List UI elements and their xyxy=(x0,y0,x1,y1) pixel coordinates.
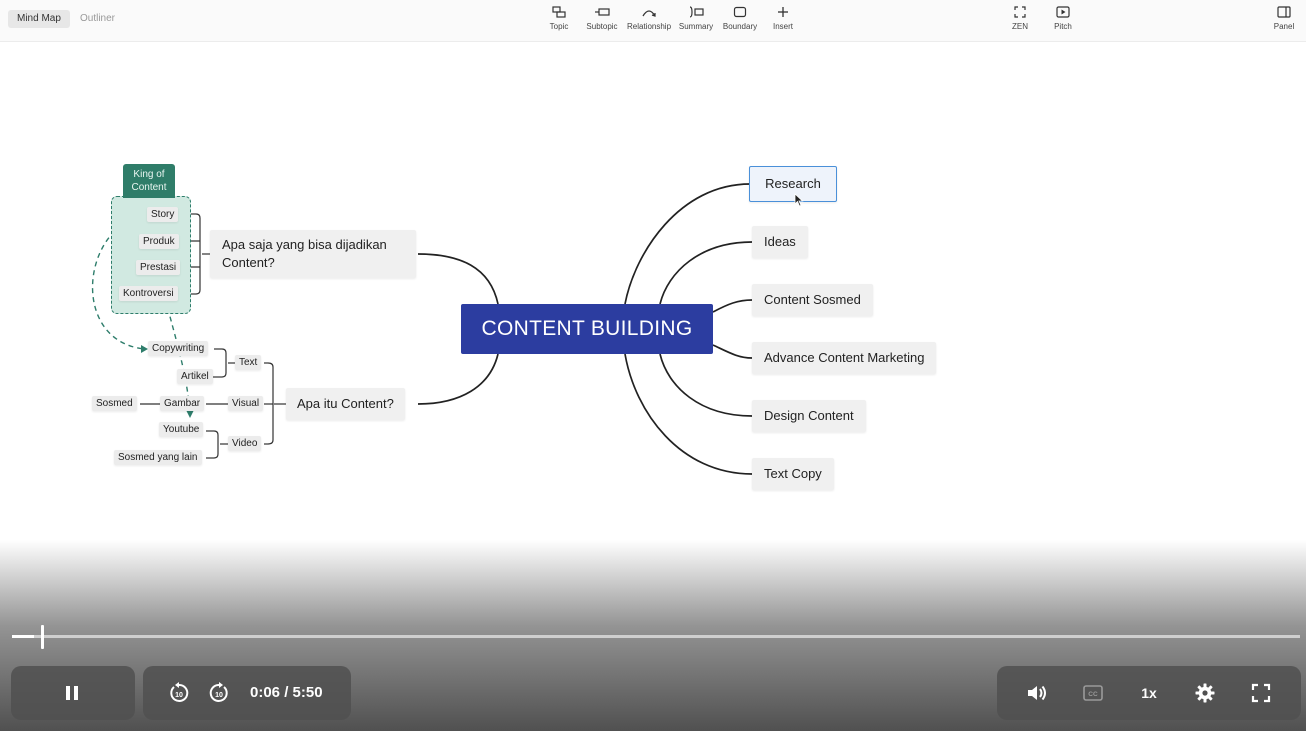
topic-text-copy[interactable]: Text Copy xyxy=(752,458,834,490)
rewind-10-icon: 10 xyxy=(170,682,189,702)
summary-icon xyxy=(689,6,704,18)
panel-label: Panel xyxy=(1273,22,1295,31)
topic-apa-itu-content[interactable]: Apa itu Content? xyxy=(286,388,405,420)
mouse-cursor-icon xyxy=(794,193,804,207)
king-label-line1: King of xyxy=(133,169,165,180)
central-topic[interactable]: CONTENT BUILDING xyxy=(461,304,713,354)
topic-advance-content-marketing[interactable]: Advance Content Marketing xyxy=(752,342,937,374)
tab-outliner[interactable]: Outliner xyxy=(71,10,124,28)
subtopic-video[interactable]: Video xyxy=(228,436,262,451)
topic-apa-saja-content[interactable]: Apa saja yang bisa dijadikan Content? xyxy=(210,230,416,278)
subtopic-story[interactable]: Story xyxy=(147,207,179,222)
subtopic-youtube[interactable]: Youtube xyxy=(159,422,204,437)
tab-mind-map[interactable]: Mind Map xyxy=(8,10,70,28)
progress-fill xyxy=(12,635,34,638)
rewind-10-button[interactable]: 10 xyxy=(165,679,193,707)
time-separator: / xyxy=(284,684,289,701)
captions-button[interactable]: CC xyxy=(1079,679,1107,707)
forward-10-button[interactable]: 10 xyxy=(205,679,233,707)
panel-icon xyxy=(1277,6,1291,18)
volume-icon xyxy=(1028,685,1046,701)
pause-icon xyxy=(66,686,78,700)
subtopic-label: Subtopic xyxy=(586,22,618,31)
svg-text:10: 10 xyxy=(175,692,183,699)
subtopic-text[interactable]: Text xyxy=(235,355,262,370)
king-of-content-label[interactable]: King of Content xyxy=(123,164,175,198)
summary-label: Summary xyxy=(678,22,714,31)
settings-button[interactable] xyxy=(1191,679,1219,707)
pitch-label: Pitch xyxy=(1054,22,1072,31)
play-box-icon xyxy=(1056,6,1070,18)
subtopic-kontroversi[interactable]: Kontroversi xyxy=(119,286,178,301)
subtopic-gambar[interactable]: Gambar xyxy=(160,396,205,411)
forward-10-icon: 10 xyxy=(209,682,228,702)
time-display: 0:06 / 5:50 xyxy=(250,684,323,701)
captions-icon: CC xyxy=(1083,685,1103,701)
subtopic-artikel[interactable]: Artikel xyxy=(177,369,213,384)
subtopic-copywriting[interactable]: Copywriting xyxy=(148,341,209,356)
fullscreen-button[interactable] xyxy=(1247,679,1275,707)
topic-icon xyxy=(552,6,566,18)
settings-gear-icon xyxy=(1195,683,1215,703)
insert-button[interactable]: Insert xyxy=(755,5,811,31)
topic-content-sosmed[interactable]: Content Sosmed xyxy=(752,284,873,316)
subtopic-icon xyxy=(595,8,610,16)
subtopic-prestasi[interactable]: Prestasi xyxy=(136,260,181,275)
relationship-label: Relationship xyxy=(626,22,672,31)
topic-apa-saja-line2: Content? xyxy=(222,255,275,270)
fullscreen-icon xyxy=(1251,683,1271,703)
relationship-icon xyxy=(642,10,656,17)
duration: 5:50 xyxy=(292,684,323,701)
subtopic-visual[interactable]: Visual xyxy=(228,396,264,411)
plus-icon xyxy=(778,7,788,17)
insert-label: Insert xyxy=(772,22,793,31)
current-time: 0:06 xyxy=(250,684,281,701)
king-label-line2: Content xyxy=(131,182,167,193)
app-toolbar: Mind Map Outliner Topic Subtopic Relatio… xyxy=(0,0,1306,42)
boundary-label: Boundary xyxy=(722,22,758,31)
topic-ideas[interactable]: Ideas xyxy=(752,226,808,258)
zen-label: ZEN xyxy=(1012,22,1028,31)
topic-research[interactable]: Research xyxy=(749,166,837,202)
panel-button[interactable]: Panel xyxy=(1256,5,1306,31)
subtopic-produk[interactable]: Produk xyxy=(139,234,179,249)
play-control-group xyxy=(11,666,135,720)
boundary-icon xyxy=(733,6,747,18)
topic-label: Topic xyxy=(549,22,569,31)
volume-button[interactable] xyxy=(1023,679,1051,707)
settings-control-group: CC 1x xyxy=(997,666,1301,720)
playback-speed-button[interactable]: 1x xyxy=(1135,679,1163,707)
progress-scrubber[interactable] xyxy=(41,625,44,649)
topic-apa-saja-line1: Apa saja yang bisa dijadikan xyxy=(222,237,387,252)
subtopic-sosmed[interactable]: Sosmed xyxy=(92,396,137,411)
subtopic-sosmed-yang-lain[interactable]: Sosmed yang lain xyxy=(114,450,202,465)
pitch-button[interactable]: Pitch xyxy=(1035,5,1091,31)
topic-design-content[interactable]: Design Content xyxy=(752,400,866,432)
fullscreen-corners-icon xyxy=(1014,6,1026,18)
svg-text:10: 10 xyxy=(215,692,223,699)
pause-button[interactable] xyxy=(56,678,88,708)
svg-text:CC: CC xyxy=(1088,691,1098,698)
progress-track[interactable] xyxy=(12,635,1300,638)
